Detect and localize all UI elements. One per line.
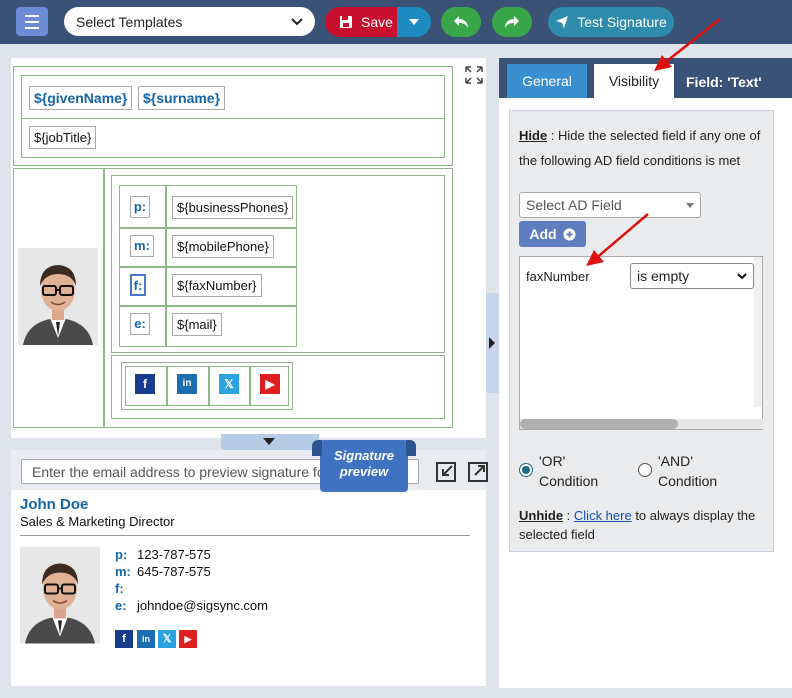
panel-tabs: General Visibility Field: 'Text' — [499, 58, 792, 98]
preview-title: Sales & Marketing Director — [20, 514, 175, 529]
add-label: Add — [529, 226, 557, 242]
preview-mobile-label: m: — [115, 564, 131, 579]
and-condition-radio[interactable] — [638, 463, 652, 477]
save-label: Save — [361, 14, 393, 30]
or-condition-label: 'OR' Condition — [539, 453, 599, 489]
field-prefix: Field: — [686, 74, 728, 90]
annotation-arrow — [654, 18, 721, 71]
template-select[interactable]: Select Templates — [64, 7, 315, 36]
condition-list: faxNumber is empty — [519, 256, 763, 430]
preview-mobile-value: 645-787-575 — [137, 564, 211, 579]
given-name-field[interactable]: ${givenName} — [29, 86, 133, 110]
undo-icon — [454, 16, 468, 28]
redo-button[interactable] — [492, 7, 532, 37]
preview-photo — [20, 546, 100, 644]
hide-label: Hide — [519, 128, 548, 143]
template-select-label: Select Templates — [76, 13, 183, 30]
hide-desc: : Hide the selected field if any one of … — [519, 128, 761, 168]
unhide-link[interactable]: Click here — [574, 508, 632, 523]
send-icon — [556, 16, 569, 28]
or-condition-radio[interactable] — [519, 463, 533, 477]
vertical-scrollbar[interactable] — [754, 257, 762, 407]
social-divider — [166, 366, 168, 406]
panel-toggle-arrow[interactable] — [486, 293, 499, 393]
field-name: 'Text' — [727, 74, 762, 90]
profile-photo — [18, 248, 98, 345]
expand-icon[interactable] — [465, 66, 483, 84]
tab-general[interactable]: General — [507, 64, 587, 98]
condition-operator-label: is empty — [637, 268, 690, 284]
facebook-icon[interactable]: f — [135, 374, 155, 394]
preview-youtube-icon[interactable]: ▶ — [179, 630, 197, 648]
fax-label[interactable]: f: — [130, 274, 146, 296]
mobile-label[interactable]: m: — [130, 235, 154, 257]
preview-name: John Doe — [20, 496, 89, 513]
floppy-disk-icon — [340, 16, 352, 28]
row-divider — [119, 305, 297, 307]
preview-email-label: e: — [115, 598, 127, 613]
undo-button[interactable] — [441, 7, 481, 37]
annotation-arrow — [586, 213, 649, 266]
youtube-icon[interactable]: ▶ — [260, 374, 280, 394]
preview-divider — [20, 535, 470, 536]
preview-fax-row: f: — [115, 581, 137, 596]
x-icon[interactable]: 𝕏 — [219, 374, 239, 394]
preview-email-value: johndoe@sigsync.com — [137, 598, 268, 613]
business-phones-field[interactable]: ${businessPhones} — [172, 196, 294, 219]
social-divider — [249, 366, 251, 406]
and-condition-label: 'AND' Condition — [658, 453, 718, 489]
row-divider — [119, 266, 297, 268]
preview-toolbar — [11, 450, 489, 490]
save-button-group: Save — [325, 7, 431, 37]
preview-mobile-row: m: 645-787-575 — [115, 564, 211, 579]
phone-label[interactable]: p: — [130, 196, 150, 218]
surname-field[interactable]: ${surname} — [138, 86, 226, 110]
preview-phone-row: p: 123-787-575 — [115, 547, 211, 562]
signature-preview-ribbon: Signature preview — [312, 440, 416, 492]
selected-field-label: Field: 'Text' — [686, 74, 762, 90]
save-button[interactable]: Save — [325, 7, 397, 37]
add-condition-button[interactable]: Add — [519, 221, 586, 247]
chevron-down-icon — [291, 17, 303, 25]
open-external-icon[interactable] — [467, 461, 489, 483]
preview-collapse-toggle[interactable] — [221, 434, 319, 450]
scrollbar-thumb[interactable] — [520, 419, 678, 429]
preview-phone-value: 123-787-575 — [137, 547, 211, 562]
social-divider — [208, 366, 210, 406]
caret-down-icon — [409, 19, 419, 25]
preview-fax-label: f: — [115, 581, 124, 596]
caret-down-icon — [686, 202, 694, 208]
import-icon[interactable] — [435, 461, 457, 483]
job-title-field[interactable]: ${jobTitle} — [29, 126, 97, 149]
unhide-description: Unhide : Click here to always display th… — [519, 506, 769, 544]
preview-linkedin-icon[interactable]: in — [137, 630, 155, 648]
chevron-down-icon — [737, 272, 747, 279]
mobile-phone-field[interactable]: ${mobilePhone} — [172, 235, 274, 258]
plus-circle-icon — [563, 228, 576, 240]
email-label[interactable]: e: — [130, 313, 150, 335]
preview-facebook-icon[interactable]: f — [115, 630, 133, 648]
unhide-sep: : — [563, 508, 574, 523]
horizontal-scrollbar[interactable] — [520, 419, 763, 429]
mail-field[interactable]: ${mail} — [172, 313, 222, 336]
redo-icon — [505, 16, 519, 28]
unhide-label: Unhide — [519, 508, 564, 523]
fax-number-field[interactable]: ${faxNumber} — [172, 274, 262, 297]
save-dropdown-button[interactable] — [397, 7, 431, 37]
preview-x-icon[interactable]: 𝕏 — [158, 630, 176, 648]
row-divider — [119, 227, 297, 229]
column-divider — [103, 168, 105, 428]
hide-description: Hide : Hide the selected field if any on… — [519, 123, 769, 173]
preview-phone-label: p: — [115, 547, 128, 562]
condition-field-name: faxNumber — [526, 269, 590, 284]
preview-email-row: e: johndoe@sigsync.com — [115, 598, 268, 613]
linkedin-icon[interactable]: in — [177, 374, 197, 394]
hamburger-menu-button[interactable] — [16, 7, 48, 36]
